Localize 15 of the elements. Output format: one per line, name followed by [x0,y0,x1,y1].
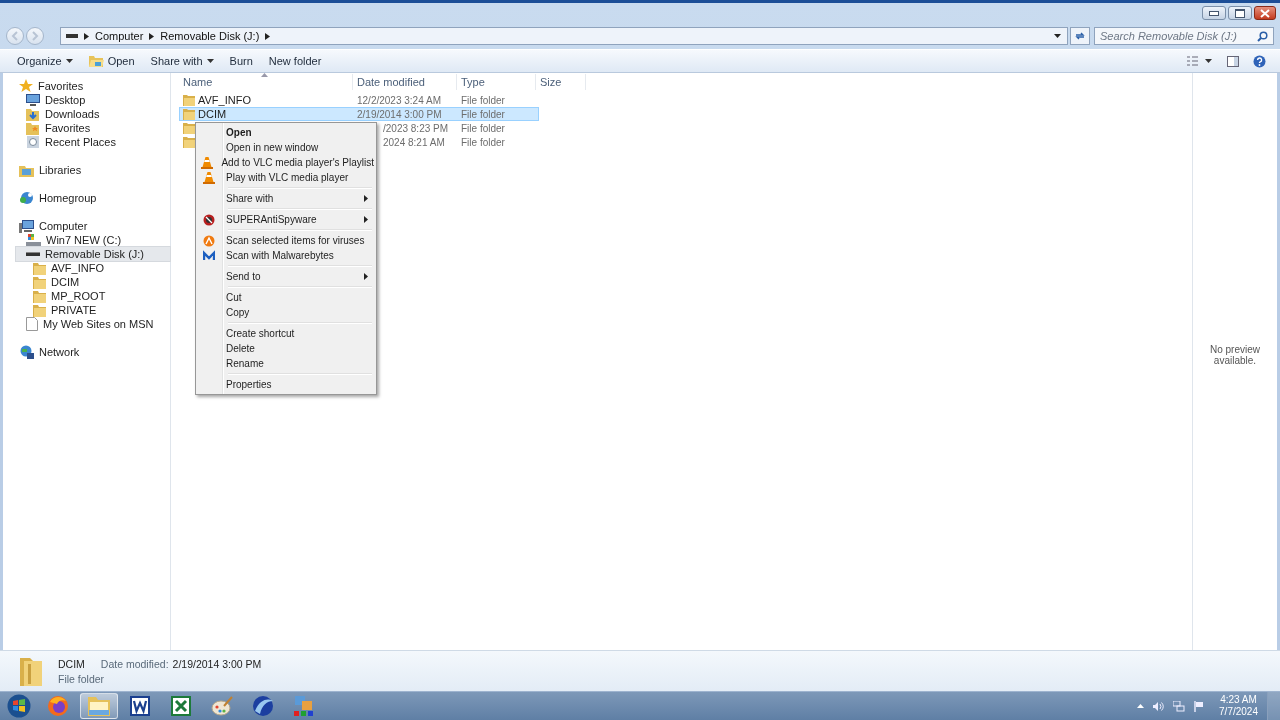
preview-message: No preview available. [1209,343,1261,366]
file-name: DCIM [198,108,227,120]
date-modified: 2/19/2014 3:00 PM [172,657,262,670]
date-modified: /2023 8:23 PM [383,122,449,134]
date-modified: 2/19/2014 3:00 PM [357,108,442,120]
file-type: File folder [461,136,505,148]
file-type: File folder [461,108,505,120]
file-type: File folder [461,94,505,106]
date-modified: 12/2/2023 3:24 AM [357,94,441,106]
date-modified-label: Date modified: [100,657,169,670]
file-name: DCIM [58,657,85,670]
file-type: File folder [461,122,505,134]
file-name: AVF_INFO [198,94,251,106]
file-type: File folder [58,672,106,685]
date-modified: 2024 8:21 AM [383,136,445,148]
